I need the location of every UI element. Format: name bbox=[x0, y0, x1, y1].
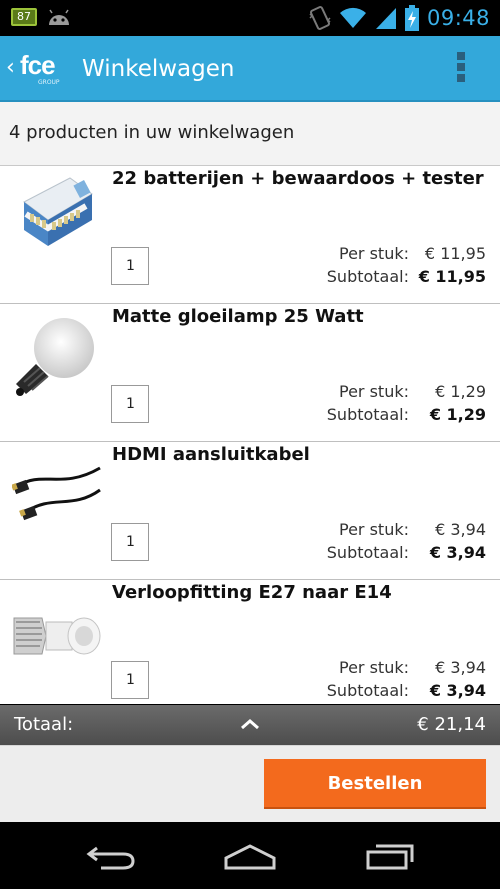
chevron-up-icon[interactable] bbox=[240, 717, 260, 731]
subtotal-label: Subtotaal: bbox=[326, 681, 409, 700]
clock: 09:48 bbox=[426, 6, 490, 30]
product-name[interactable]: 22 batterijen + bewaardoos + tester bbox=[112, 168, 484, 189]
unit-price-label: Per stuk: bbox=[339, 244, 409, 263]
total-label: Totaal: bbox=[14, 714, 74, 735]
subtotal-label: Subtotaal: bbox=[326, 267, 409, 286]
android-debug-icon bbox=[49, 9, 69, 25]
vibrate-icon bbox=[309, 6, 331, 30]
order-button[interactable]: Bestellen bbox=[264, 759, 486, 809]
product-name[interactable]: Matte gloeilamp 25 Watt bbox=[112, 306, 364, 327]
unit-price-label: Per stuk: bbox=[339, 658, 409, 677]
recent-apps-icon[interactable] bbox=[362, 840, 418, 872]
quantity-field[interactable]: 1 bbox=[111, 523, 149, 561]
battery-box-image bbox=[23, 177, 93, 246]
status-bar: 87 09:48 bbox=[0, 0, 500, 36]
battery-charging-icon bbox=[404, 5, 419, 31]
app-logo: fce bbox=[20, 50, 56, 80]
subtotal-label: Subtotaal: bbox=[326, 543, 409, 562]
chevron-left-icon: ‹ bbox=[6, 55, 15, 80]
overflow-menu-icon[interactable] bbox=[452, 52, 470, 88]
cart-item[interactable]: HDMI aansluitkabel 1 Per stuk: Subtotaal… bbox=[0, 442, 500, 580]
system-navigation-bar bbox=[0, 822, 500, 889]
subtotal-value: € 3,94 bbox=[429, 681, 486, 700]
subtotal-value: € 1,29 bbox=[429, 405, 486, 424]
unit-price-value: € 3,94 bbox=[435, 658, 486, 677]
app-logo-sub: GROUP bbox=[38, 79, 60, 86]
cart-count-text: 4 producten in uw winkelwagen bbox=[9, 122, 295, 143]
cart-summary-header: 4 producten in uw winkelwagen bbox=[0, 102, 500, 166]
subtotal-value: € 3,94 bbox=[429, 543, 486, 562]
cart-item[interactable]: Matte gloeilamp 25 Watt 1 Per stuk: Subt… bbox=[0, 304, 500, 442]
page-title: Winkelwagen bbox=[82, 56, 235, 82]
product-name[interactable]: HDMI aansluitkabel bbox=[112, 444, 310, 465]
unit-price-label: Per stuk: bbox=[339, 520, 409, 539]
quantity-field[interactable]: 1 bbox=[111, 247, 149, 285]
cart-item[interactable]: 22 batterijen + bewaardoos + tester 1 Pe… bbox=[0, 166, 500, 304]
wifi-icon bbox=[339, 7, 366, 29]
unit-price-value: € 3,94 bbox=[435, 520, 486, 539]
home-icon[interactable] bbox=[222, 840, 278, 872]
unit-price-label: Per stuk: bbox=[339, 382, 409, 401]
unit-price-value: € 11,95 bbox=[424, 244, 486, 263]
signal-icon bbox=[375, 8, 396, 29]
cart-item[interactable]: Verloopfitting E27 naar E14 1 Per stuk: … bbox=[0, 580, 500, 704]
total-value: € 21,14 bbox=[417, 714, 486, 735]
up-navigation[interactable]: ‹ fce GROUP bbox=[0, 36, 72, 102]
hdmi-cable-image bbox=[12, 466, 101, 521]
quantity-field[interactable]: 1 bbox=[111, 661, 149, 699]
totals-bar[interactable]: Totaal: € 21,14 bbox=[0, 705, 500, 745]
action-bar: ‹ fce GROUP Winkelwagen bbox=[0, 36, 500, 102]
socket-adapter-image bbox=[13, 617, 101, 655]
unit-price-value: € 1,29 bbox=[435, 382, 486, 401]
light-bulb-image bbox=[16, 318, 94, 396]
quantity-field[interactable]: 1 bbox=[111, 385, 149, 423]
back-icon[interactable] bbox=[83, 840, 139, 872]
notification-badge: 87 bbox=[11, 8, 37, 26]
subtotal-label: Subtotaal: bbox=[326, 405, 409, 424]
order-footer: Bestellen bbox=[0, 745, 500, 822]
subtotal-value: € 11,95 bbox=[418, 267, 486, 286]
product-name[interactable]: Verloopfitting E27 naar E14 bbox=[112, 582, 392, 603]
cart-item-list[interactable]: 22 batterijen + bewaardoos + tester 1 Pe… bbox=[0, 166, 500, 704]
